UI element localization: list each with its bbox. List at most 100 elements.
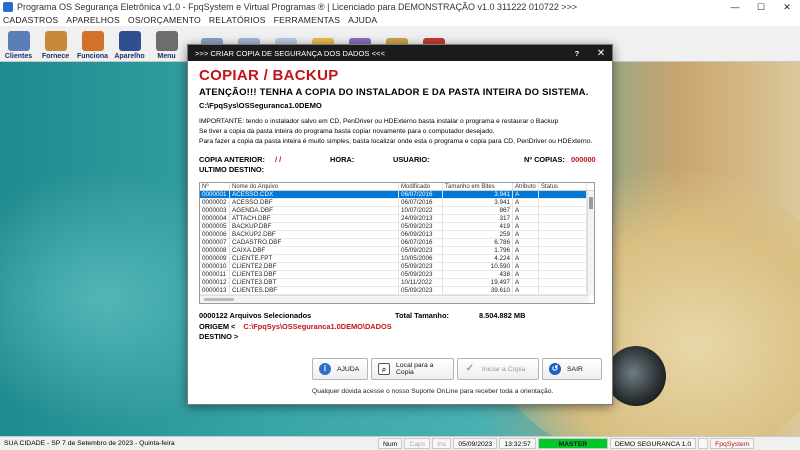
table-cell: BACKUP2.DBF: [230, 231, 399, 238]
scroll-thumb[interactable]: [589, 197, 593, 209]
window-title: Programa OS Segurança Eletrônica v1.0 - …: [17, 2, 578, 12]
table-cell: 0000007: [200, 239, 230, 246]
menu-ajuda[interactable]: AJUDA: [348, 15, 377, 25]
table-cell: 06/07/2016: [399, 239, 443, 246]
info-line: Para fazer a copia da pasta inteira é mu…: [199, 138, 593, 145]
table-cell: A: [513, 239, 539, 246]
device-icon: [118, 31, 141, 51]
table-cell: 0000008: [200, 247, 230, 254]
destino-label: DESTINO >: [199, 332, 239, 341]
table-cell: 0000009: [200, 255, 230, 262]
toolbar-label: Menu: [157, 53, 176, 60]
close-window-button[interactable]: ✕: [774, 0, 800, 14]
info-line: IMPORTANTE: tendo o instalador salvo em …: [199, 118, 559, 125]
table-cell: 0000002: [200, 199, 230, 206]
vertical-scrollbar[interactable]: [587, 191, 594, 295]
files-table[interactable]: Nº Nome do Arquivo Modificado Tamanho em Bi…: [199, 182, 595, 304]
column-header[interactable]: Status: [539, 183, 587, 190]
column-header[interactable]: Atributo: [513, 183, 539, 190]
toolbar-label: Funciona: [76, 53, 109, 60]
toolbar-button-fornece[interactable]: Fornece: [37, 26, 74, 62]
local-copy-button[interactable]: ⌕ Local para a Copia: [371, 358, 454, 380]
table-row[interactable]: 0000002 ACESSO.DBF 06/07/2016 3.941 A: [200, 199, 594, 207]
table-row[interactable]: 0000001 ACESSO.CDX 06/07/2016 3.941 A: [200, 191, 594, 199]
status-num: Num: [378, 438, 403, 449]
dialog-title: >>> CRIAR COPIA DE SEGURANÇA DOS DADOS <…: [195, 48, 385, 58]
menu-os-orcamento[interactable]: OS/ORÇAMENTO: [128, 15, 201, 25]
column-header[interactable]: Modificado: [399, 183, 443, 190]
column-header[interactable]: Tamanho em Bites: [443, 183, 513, 190]
system-path: C:\FpqSys\OSSeguranca1.0DEMO: [199, 101, 322, 110]
table-cell: A: [513, 199, 539, 206]
exit-label: SAIR: [567, 365, 583, 373]
table-cell: 0000003: [200, 207, 230, 214]
minimize-button[interactable]: —: [722, 0, 748, 14]
table-cell: CLIENTE2.DBF: [230, 263, 399, 270]
table-cell: 10/07/2022: [399, 207, 443, 214]
table-row[interactable]: 0000005 BACKUP.DBF 05/09/2023 419 A: [200, 223, 594, 231]
ajuda-label: AJUDA: [337, 365, 360, 373]
menu-ferramentas[interactable]: FERRAMENTAS: [274, 15, 341, 25]
menu-cadastros[interactable]: CADASTROS: [3, 15, 58, 25]
table-cell: 0000012: [200, 279, 230, 286]
table-row[interactable]: 0000009 CLIENTE.FPT 10/05/2006 4.224 A: [200, 255, 594, 263]
exit-button[interactable]: ↺ SAIR: [542, 358, 602, 380]
page-title: COPIAR / BACKUP: [199, 67, 339, 84]
table-row[interactable]: 0000007 CADASTRO.DBF 06/07/2016 6.786 A: [200, 239, 594, 247]
status-bar: SUA CIDADE - SP 7 de Setembro de 2023 - …: [0, 436, 800, 450]
table-row[interactable]: 0000008 CAIXA.DBF 05/09/2023 1.796 A: [200, 247, 594, 255]
info-line: Se tiver a copia da pasta inteira do pro…: [199, 128, 495, 135]
toolbar-label: Aparelho: [114, 53, 145, 60]
table-row[interactable]: 0000003 AGENDA.DBF 10/07/2022 867 A: [200, 207, 594, 215]
table-cell: 39.610: [443, 287, 513, 294]
table-cell: CLIENTE.FPT: [230, 255, 399, 262]
usuario-label: USUARIO:: [393, 155, 430, 164]
menu-aparelhos[interactable]: APARELHOS: [66, 15, 120, 25]
table-body: 0000001 ACESSO.CDX 06/07/2016 3.941 A 0000002…: [200, 191, 594, 295]
close-dialog-button[interactable]: ✕: [590, 48, 612, 59]
table-cell: 19.497: [443, 279, 513, 286]
hora-label: HORA:: [330, 155, 355, 164]
status-ins: Ins: [432, 438, 452, 449]
table-cell: [539, 207, 587, 214]
toolbar-button-aparelho[interactable]: Aparelho: [111, 26, 148, 62]
table-row[interactable]: 0000013 CLIENTES.DBF 05/09/2023 39.610 A: [200, 287, 594, 295]
start-copy-button[interactable]: ✓ Iniciar a Copia: [457, 358, 539, 380]
n-copias-label: Nº COPIAS:: [524, 155, 565, 164]
users-icon: [7, 31, 30, 51]
table-row[interactable]: 0000011 CLIENTE3.DBF 05/09/2023 438 A: [200, 271, 594, 279]
table-row[interactable]: 0000004 ATTACH.DBF 24/09/2013 317 A: [200, 215, 594, 223]
scroll-thumb[interactable]: [204, 298, 234, 301]
toolbar-label: Clientes: [4, 53, 33, 60]
table-cell: [539, 271, 587, 278]
table-cell: 0000013: [200, 287, 230, 294]
status-program: DEMO SEGURANCA 1.0: [609, 438, 697, 449]
table-cell: 10.590: [443, 263, 513, 270]
status-location: SUA CIDADE - SP 7 de Setembro de 2023 - …: [4, 440, 175, 447]
support-note: Qualquer dúvida acesse o nosso Suporte O…: [312, 388, 554, 395]
table-cell: [539, 263, 587, 270]
copia-anterior-label: COPIA ANTERIOR:: [199, 155, 265, 164]
column-header[interactable]: Nº: [200, 183, 230, 190]
toolbar-button-clientes[interactable]: Clientes: [0, 26, 37, 62]
table-cell: BACKUP.DBF: [230, 223, 399, 230]
table-cell: 4.224: [443, 255, 513, 262]
column-header[interactable]: Nome do Arquivo: [230, 183, 399, 190]
toolbar-button-funciona[interactable]: Funciona: [74, 26, 111, 62]
table-cell: 06/09/2013: [399, 231, 443, 238]
table-row[interactable]: 0000012 CLIENTE3.DBT 10/11/2022 19.497 A: [200, 279, 594, 287]
help-icon[interactable]: ?: [564, 49, 590, 58]
table-cell: 0000001: [200, 191, 230, 198]
table-cell: 10/11/2022: [399, 279, 443, 286]
status-caps: Caps: [404, 438, 431, 449]
table-row[interactable]: 0000010 CLIENTE2.DBF 05/09/2023 10.590 A: [200, 263, 594, 271]
table-cell: 05/09/2023: [399, 287, 443, 294]
table-cell: 1.796: [443, 247, 513, 254]
horizontal-scrollbar[interactable]: [200, 295, 589, 303]
maximize-button[interactable]: ☐: [748, 0, 774, 14]
menu-relatorios[interactable]: RELATÓRIOS: [209, 15, 266, 25]
toolbar-button-menu[interactable]: Menu: [148, 26, 185, 62]
table-row[interactable]: 0000006 BACKUP2.DBF 06/09/2013 259 A: [200, 231, 594, 239]
ajuda-button[interactable]: i AJUDA: [312, 358, 368, 380]
table-cell: ACESSO.DBF: [230, 199, 399, 206]
